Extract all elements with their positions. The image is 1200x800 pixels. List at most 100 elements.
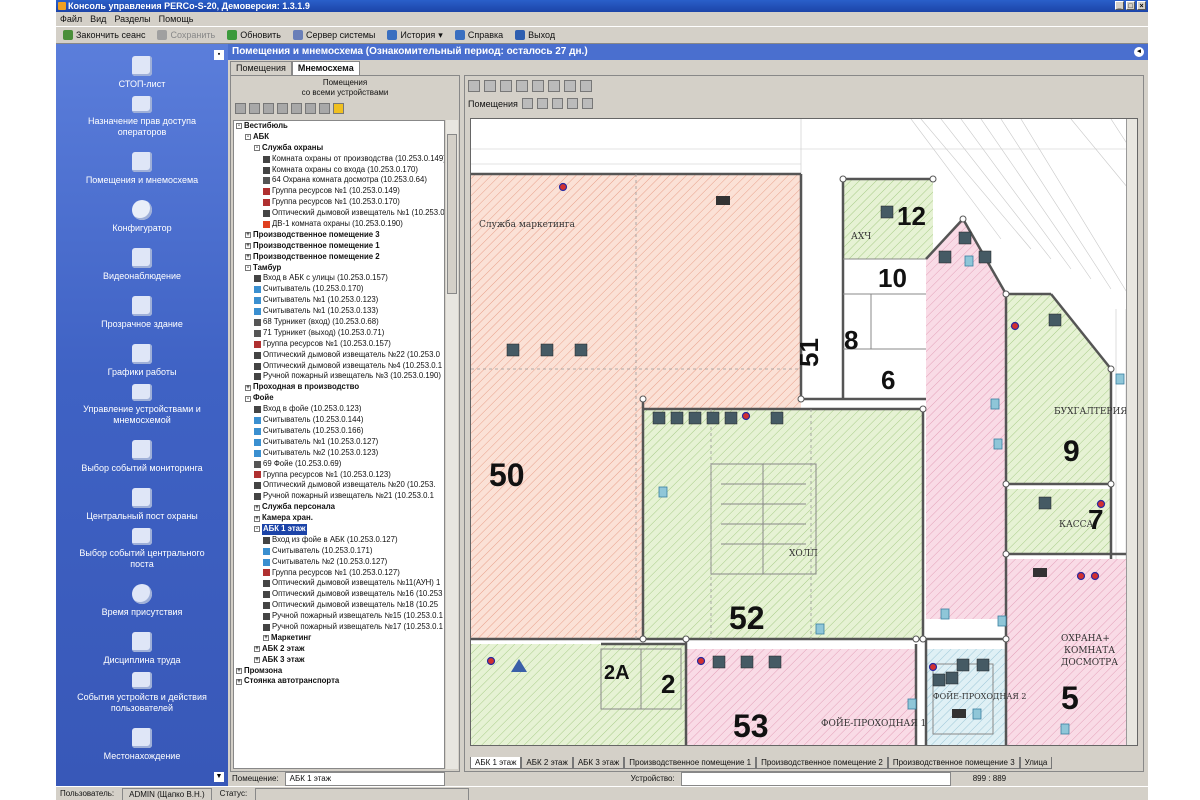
tree-tool-flash-icon[interactable] bbox=[333, 102, 344, 114]
room-pink-corridor[interactable] bbox=[926, 219, 1006, 619]
sidebar-item-13[interactable]: События устройств и действия пользовател… bbox=[56, 672, 228, 720]
map-vertical-scrollbar[interactable] bbox=[1126, 119, 1137, 745]
menu-help[interactable]: Помощь bbox=[159, 12, 194, 26]
tree-item[interactable]: - Служба охраны bbox=[234, 143, 444, 154]
tree-item[interactable]: Группа ресурсов №1 (10.253.0.127) bbox=[234, 568, 444, 579]
tree-item[interactable]: Вход в АБК с улицы (10.253.0.157) bbox=[234, 273, 444, 284]
map-subtool-4-icon[interactable] bbox=[566, 98, 578, 109]
tree-item[interactable]: Группа ресурсов №1 (10.253.0.149) bbox=[234, 186, 444, 197]
floor-tab-2[interactable]: АБК 3 этаж bbox=[572, 757, 625, 769]
map-tool-4-icon[interactable] bbox=[516, 80, 528, 92]
sidebar-item-3[interactable]: Конфигуратор bbox=[56, 192, 228, 240]
sidebar-item-7[interactable]: Управление устройствами и мнемосхемой bbox=[56, 384, 228, 432]
toolbar-button-5[interactable]: Справка bbox=[450, 27, 508, 43]
floor-tab-5[interactable]: Производственное помещение 3 bbox=[887, 757, 1020, 769]
map-tool-1-icon[interactable] bbox=[468, 80, 480, 92]
sidebar-item-5[interactable]: Прозрачное здание bbox=[56, 288, 228, 336]
toolbar-button-0[interactable]: Закончить сеанс bbox=[58, 27, 150, 43]
menu-file[interactable]: Файл bbox=[60, 12, 82, 26]
tree-item[interactable]: Ручной пожарный извещатель №3 (10.253.0.… bbox=[234, 371, 444, 382]
tree-item[interactable]: Считыватель №1 (10.253.0.123) bbox=[234, 295, 444, 306]
tree-item[interactable]: + АБК 2 этаж bbox=[234, 644, 444, 655]
map-tool-2-icon[interactable] bbox=[484, 80, 496, 92]
sidebar-scroll-down-button[interactable]: ▼ bbox=[214, 772, 224, 782]
sidebar-close-button[interactable]: ▪ bbox=[214, 50, 224, 60]
history-dropdown-arrow-icon[interactable]: ▾ bbox=[438, 26, 443, 44]
toolbar-button-2[interactable]: Обновить bbox=[222, 27, 286, 43]
collapse-icon[interactable]: - bbox=[245, 134, 251, 141]
tree-item[interactable]: Считыватель №1 (10.253.0.133) bbox=[234, 306, 444, 317]
sidebar-item-6[interactable]: Графики работы bbox=[56, 336, 228, 384]
collapse-icon[interactable]: - bbox=[236, 123, 242, 130]
tree-item[interactable]: 68 Турникет (вход) (10.253.0.68) bbox=[234, 317, 444, 328]
tree-item[interactable]: Группа ресурсов №1 (10.253.0.170) bbox=[234, 197, 444, 208]
tree-item[interactable]: Оптический дымовой извещатель №20 (10.25… bbox=[234, 480, 444, 491]
tree-item[interactable]: Оптический дымовой извещатель №4 (10.253… bbox=[234, 361, 444, 372]
tab-mnemoscheme[interactable]: Мнемосхема bbox=[291, 61, 360, 75]
tree-item[interactable]: + Служба персонала bbox=[234, 502, 444, 513]
tree-item[interactable]: Ручной пожарный извещатель №17 (10.253.0… bbox=[234, 622, 444, 633]
floor-tab-4[interactable]: Производственное помещение 2 bbox=[756, 757, 888, 769]
sidebar-item-14[interactable]: Местонахождение bbox=[56, 720, 228, 768]
tree-item[interactable]: Считыватель №2 (10.253.0.123) bbox=[234, 448, 444, 459]
map-subtool-2-icon[interactable] bbox=[536, 98, 548, 109]
menu-view[interactable]: Вид bbox=[90, 12, 106, 26]
collapse-icon[interactable]: - bbox=[254, 526, 260, 533]
tree-item[interactable]: 64 Охрана комната досмотра (10.253.0.64) bbox=[234, 175, 444, 186]
sidebar-item-11[interactable]: Время присутствия bbox=[56, 576, 228, 624]
tree-item[interactable]: - АБК 1 этаж bbox=[234, 523, 444, 535]
tree-tool-list-icon[interactable] bbox=[291, 102, 302, 114]
tree-scrollbar[interactable] bbox=[446, 120, 458, 769]
expand-icon[interactable]: + bbox=[254, 515, 260, 522]
expand-icon[interactable]: + bbox=[254, 657, 260, 664]
tree-tool-cut-icon[interactable] bbox=[319, 102, 330, 114]
tree-tool-add-icon[interactable] bbox=[235, 102, 246, 114]
expand-icon[interactable]: + bbox=[254, 504, 260, 511]
floor-tab-6[interactable]: Улица bbox=[1019, 757, 1053, 769]
map-subtool-3-icon[interactable] bbox=[551, 98, 563, 109]
toolbar-button-1[interactable]: Сохранить bbox=[152, 27, 220, 43]
tree-item[interactable]: 71 Турникет (выход) (10.253.0.71) bbox=[234, 328, 444, 339]
tree-item[interactable]: + Производственное помещение 1 bbox=[234, 241, 444, 252]
expand-icon[interactable]: + bbox=[254, 646, 260, 653]
toolbar-button-6[interactable]: Выход bbox=[510, 27, 560, 43]
minimize-button[interactable]: _ bbox=[1115, 1, 1124, 10]
tree-item[interactable]: Группа ресурсов №1 (10.253.0.157) bbox=[234, 339, 444, 350]
tree-item[interactable]: - Тамбур bbox=[234, 263, 444, 274]
toolbar-button-3[interactable]: Сервер системы bbox=[288, 27, 380, 43]
tree-tool-edit-icon[interactable] bbox=[263, 102, 274, 114]
tree-item[interactable]: + АБК 3 этаж bbox=[234, 655, 444, 666]
tree-item[interactable]: - Фойе bbox=[234, 393, 444, 404]
map-tool-7-icon[interactable] bbox=[564, 80, 576, 92]
collapse-icon[interactable]: - bbox=[245, 265, 251, 272]
tree-item[interactable]: Оптический дымовой извещатель №22 (10.25… bbox=[234, 350, 444, 361]
map-subtool-1-icon[interactable] bbox=[521, 98, 533, 109]
floor-tab-0[interactable]: АБК 1 этаж bbox=[470, 757, 522, 769]
menu-sections[interactable]: Разделы bbox=[114, 12, 150, 26]
tree-item[interactable]: - АБК bbox=[234, 132, 444, 143]
collapse-icon[interactable]: - bbox=[245, 395, 251, 402]
map-tool-6-icon[interactable] bbox=[548, 80, 560, 92]
tree-item[interactable]: Считыватель (10.253.0.166) bbox=[234, 426, 444, 437]
sidebar-item-4[interactable]: Видеонаблюдение bbox=[56, 240, 228, 288]
expand-icon[interactable]: + bbox=[263, 635, 269, 642]
tree-item[interactable]: Ручной пожарный извещатель №21 (10.253.0… bbox=[234, 491, 444, 502]
tree-item[interactable]: Считыватель №2 (10.253.0.127) bbox=[234, 557, 444, 568]
tree-item[interactable]: Группа ресурсов №1 (10.253.0.123) bbox=[234, 470, 444, 481]
collapse-icon[interactable]: - bbox=[254, 145, 260, 152]
tree-item[interactable]: + Производственное помещение 3 bbox=[234, 230, 444, 241]
floor-plan[interactable]: 50 51 52 53 5 6 7 8 9 10 12 2 2А Служба … bbox=[470, 118, 1138, 746]
tree-item[interactable]: 69 Фойе (10.253.0.69) bbox=[234, 459, 444, 470]
expand-icon[interactable]: + bbox=[245, 384, 251, 391]
close-button[interactable]: × bbox=[1137, 1, 1146, 10]
tree-tool-copy-icon[interactable] bbox=[249, 102, 260, 114]
tree-item[interactable]: + Камера хран. bbox=[234, 513, 444, 524]
sidebar-item-8[interactable]: Выбор событий мониторинга bbox=[56, 432, 228, 480]
maximize-button[interactable]: □ bbox=[1126, 1, 1135, 10]
tree-tool-delete-icon[interactable] bbox=[277, 102, 288, 114]
tree-item[interactable]: + Проходная в производство bbox=[234, 382, 444, 393]
tree-item[interactable]: Считыватель (10.253.0.144) bbox=[234, 415, 444, 426]
tree-item[interactable]: Оптический дымовой извещатель №18 (10.25 bbox=[234, 600, 444, 611]
tree-item[interactable]: Оптический дымовой извещатель №1 (10.253… bbox=[234, 208, 444, 219]
tree-item[interactable]: + Стоянка автотранспорта bbox=[234, 676, 444, 687]
